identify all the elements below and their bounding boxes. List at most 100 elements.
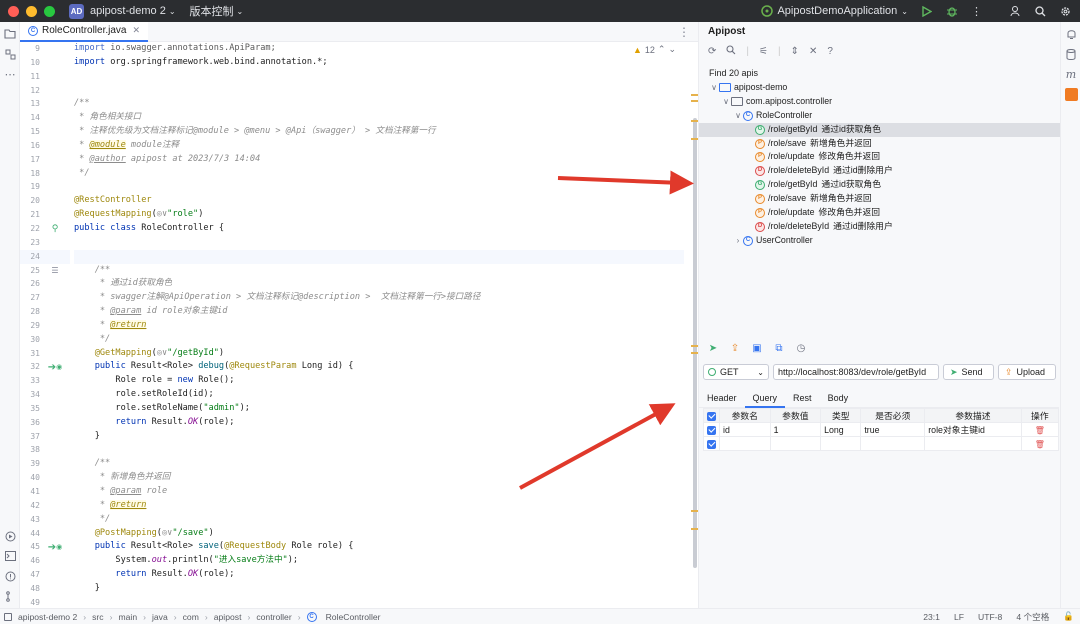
gutter-row[interactable]: 46 (20, 554, 70, 568)
code-line[interactable]: * @param id role对象主键id (74, 305, 684, 319)
gutter-row[interactable]: 11 (20, 70, 70, 84)
run-method-icon[interactable]: ➔ ◉ (42, 360, 68, 374)
code-line[interactable]: * @module module注释 (74, 139, 684, 153)
code-line[interactable]: @GetMapping(◎∨"/getById") (74, 347, 684, 361)
run-method-icon[interactable]: ➔ ◉ (42, 540, 68, 554)
chevron-down-icon[interactable]: ∨ (709, 81, 719, 95)
tab-header[interactable]: Header (699, 388, 745, 408)
gutter-row[interactable]: 18 (20, 167, 70, 181)
code-line[interactable]: * @param role (74, 485, 684, 499)
inspection-widget[interactable]: ▲ 12 ⌃ ⌄ (633, 44, 676, 55)
code-line[interactable]: return Result.OK(role); (74, 416, 684, 430)
more-tools-icon[interactable]: ⋯ (0, 64, 20, 84)
api-tree-item[interactable]: G/role/getById 通过id获取角色 (699, 178, 1060, 192)
error-stripe-mark[interactable] (691, 120, 698, 122)
code-area[interactable]: import io.swagger.annotations.ApiParam; i… (74, 42, 684, 608)
gutter-row[interactable]: 37 (20, 430, 70, 444)
gutter-row[interactable]: 12 (20, 84, 70, 98)
param-desc-cell[interactable] (924, 436, 1022, 451)
gutter-row[interactable]: 31 (20, 347, 70, 361)
gutter-row[interactable]: 22 ⚲ (20, 222, 70, 236)
code-line[interactable]: * @author apipost at 2023/7/3 14:04 (74, 153, 684, 167)
code-line[interactable]: /** (74, 97, 684, 111)
gutter-row[interactable]: 19 (20, 180, 70, 194)
code-line[interactable] (74, 249, 684, 264)
gutter-row[interactable]: 27 (20, 291, 70, 305)
notifications-bell-icon[interactable] (1061, 24, 1080, 44)
param-required-cell[interactable] (860, 436, 926, 451)
row-checkbox[interactable] (703, 436, 720, 451)
run-icon[interactable] (920, 5, 933, 18)
error-stripe-mark[interactable] (691, 352, 698, 354)
code-line[interactable] (74, 236, 684, 250)
maven-icon[interactable]: m (1061, 64, 1080, 84)
error-stripe-mark[interactable] (691, 94, 698, 96)
copy-icon[interactable]: ⧉ (773, 342, 785, 354)
collapse-all-icon[interactable]: ✕ (809, 46, 817, 57)
tree-node-class[interactable]: › C UserController (699, 234, 1060, 248)
code-line[interactable]: * @return (74, 319, 684, 333)
gutter-row[interactable]: 30 (20, 333, 70, 347)
code-line[interactable] (74, 70, 684, 84)
code-line[interactable]: role.setRoleName("admin"); (74, 402, 684, 416)
code-line[interactable]: role.setRoleId(id); (74, 388, 684, 402)
breadcrumb-item[interactable]: src (92, 612, 103, 622)
param-name-cell[interactable] (719, 436, 771, 451)
problems-icon[interactable] (0, 566, 20, 586)
tab-query[interactable]: Query (744, 388, 786, 408)
gutter-row[interactable]: 28 (20, 305, 70, 319)
code-line[interactable]: @RequestMapping(◎∨"role") (74, 208, 684, 222)
param-name-cell[interactable]: id (719, 422, 771, 437)
indent-setting[interactable]: 4 个空格 (1016, 611, 1049, 623)
send-icon[interactable]: ➤ (707, 342, 719, 354)
param-type-cell[interactable] (820, 436, 862, 451)
breadcrumb-item[interactable]: apipost-demo 2 (18, 612, 77, 622)
debug-icon[interactable] (945, 5, 958, 18)
code-line[interactable]: */ (74, 167, 684, 181)
gutter-row[interactable]: 9 (20, 42, 70, 56)
param-value-cell[interactable] (769, 436, 822, 451)
gutter-row[interactable]: 49 (20, 596, 70, 608)
gutter-row[interactable]: 17 (20, 153, 70, 167)
code-line[interactable]: return Result.OK(role); (74, 568, 684, 582)
gutter-row[interactable]: 40 (20, 471, 70, 485)
code-line[interactable]: import io.swagger.annotations.ApiParam; (74, 42, 684, 56)
error-stripe-mark[interactable] (691, 510, 698, 512)
param-type-cell[interactable]: Long (820, 422, 862, 437)
code-line[interactable]: Role role = new Role(); (74, 374, 684, 388)
url-input[interactable]: http://localhost:8083/dev/role/getById (773, 364, 939, 380)
param-value-cell[interactable]: 1 (769, 422, 822, 437)
gutter-row[interactable]: 26 (20, 277, 70, 291)
gutter-row[interactable]: 15 (20, 125, 70, 139)
api-tree-item[interactable]: P/role/update 修改角色并返回 (699, 206, 1060, 220)
code-line[interactable] (74, 443, 684, 457)
apipost-plugin-icon[interactable] (1061, 84, 1080, 104)
breadcrumb-item[interactable]: java (152, 612, 168, 622)
breadcrumb-item[interactable]: controller (256, 612, 291, 622)
spring-bean-icon[interactable]: ⚲ (42, 222, 68, 236)
gutter-row[interactable]: 47 (20, 568, 70, 582)
file-encoding[interactable]: UTF-8 (978, 612, 1002, 622)
gutter-row[interactable]: 14 (20, 111, 70, 125)
param-required-cell[interactable]: true (860, 422, 926, 437)
gutter-row[interactable]: 39 (20, 457, 70, 471)
row-checkbox[interactable] (703, 422, 720, 437)
settings-gear-icon[interactable] (1059, 5, 1072, 18)
add-user-icon[interactable] (1009, 5, 1022, 18)
gutter-row[interactable]: 25 ☰ (20, 264, 70, 278)
tree-node-root[interactable]: ∨ apipost-demo (699, 81, 1060, 95)
api-tree-item[interactable]: D/role/deleteById 通过id删除用户 (699, 164, 1060, 178)
gutter-row[interactable]: 38 (20, 443, 70, 457)
run-configuration-selector[interactable]: ApipostDemoApplication ⌄ (761, 5, 908, 17)
upload-button[interactable]: ⇪ Upload (998, 364, 1056, 380)
help-icon[interactable]: ? (827, 46, 833, 57)
expand-all-icon[interactable]: ⇕ (791, 46, 799, 57)
code-line[interactable]: /** (74, 264, 684, 278)
gutter-row[interactable]: 41 (20, 485, 70, 499)
delete-row-icon[interactable]: 🗑 (1020, 422, 1060, 437)
gutter-row[interactable]: 34 (20, 388, 70, 402)
select-all-checkbox[interactable] (703, 408, 720, 423)
code-line[interactable] (74, 180, 684, 194)
chevron-right-icon[interactable]: › (733, 234, 743, 248)
code-line[interactable]: * 新增角色并返回 (74, 471, 684, 485)
